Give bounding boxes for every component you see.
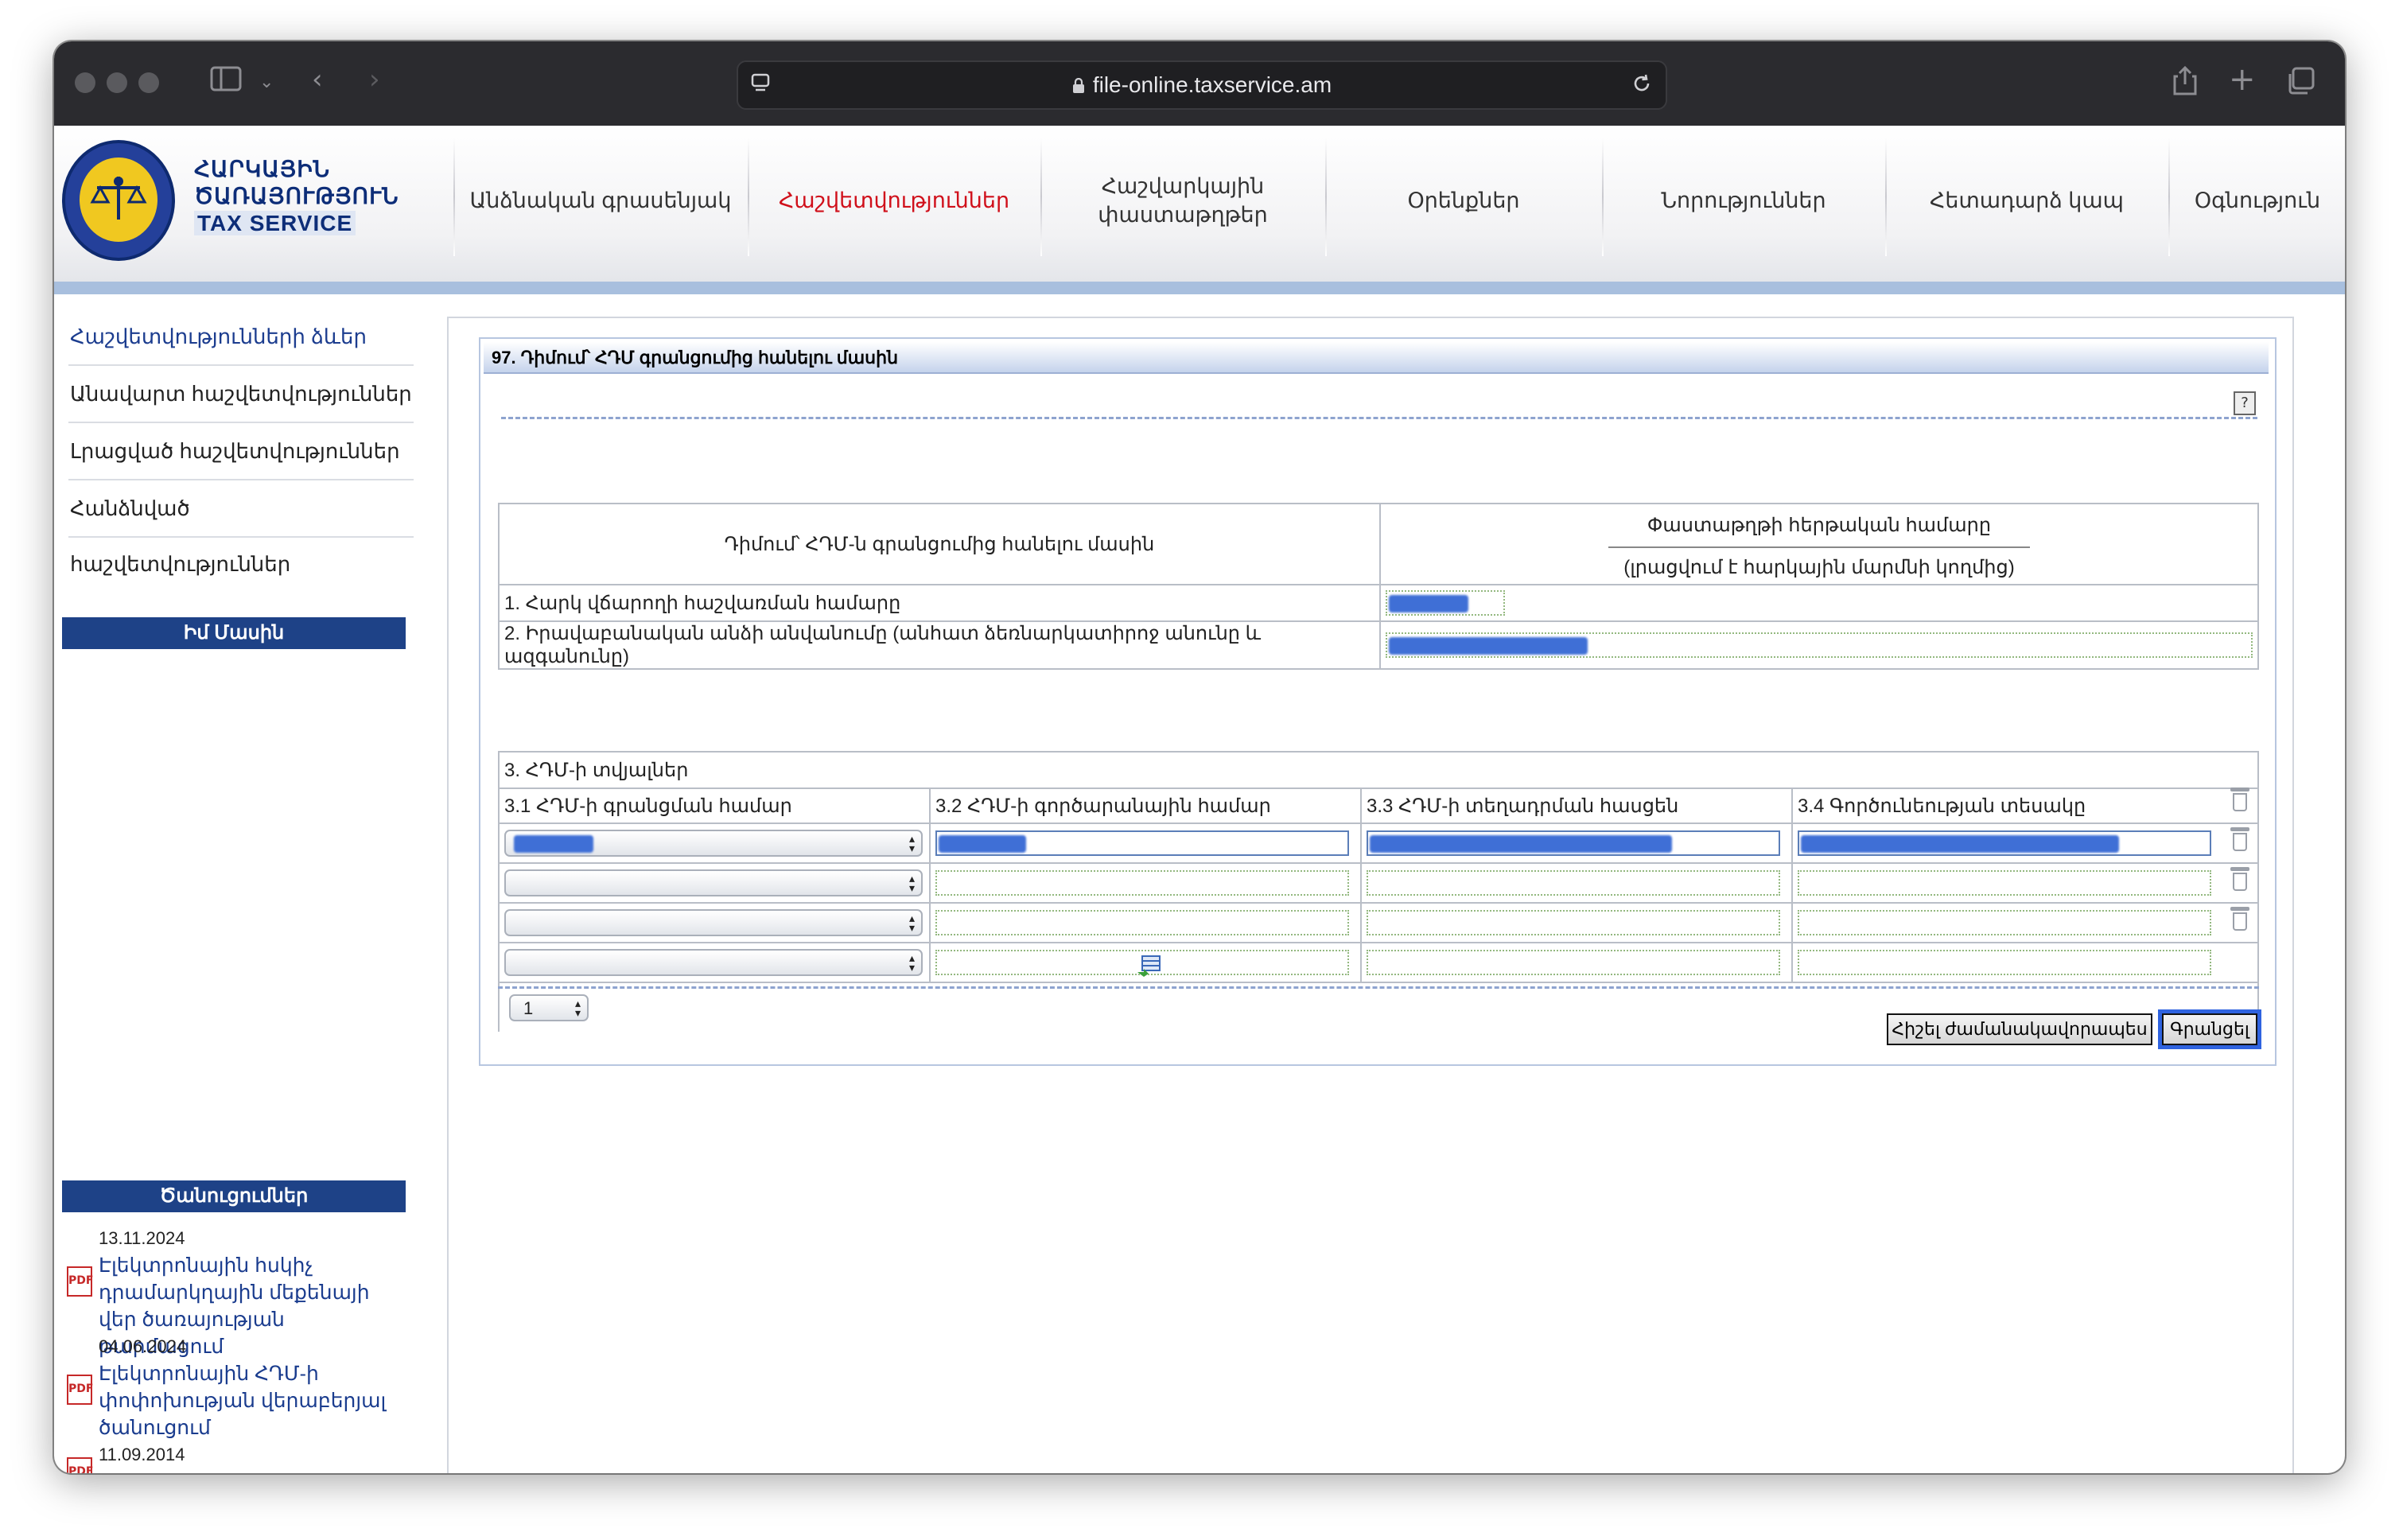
header-left-text: Դիմում՝ ՀԴՄ-ն գրանցումից հանելու մասին (724, 533, 1155, 555)
url-label: file-online.taxservice.am (1092, 72, 1332, 97)
tax-service-emblem-icon[interactable] (62, 140, 175, 261)
nav-personal-office[interactable]: Անձնական գրասենյակ (455, 137, 746, 264)
header-right-cell: Փաստաթղթի հերթական համարը (լրացվում է հա… (1379, 503, 2259, 585)
delete-row-icon[interactable] (2230, 907, 2249, 931)
pdf-icon[interactable]: PDF (67, 1457, 93, 1473)
activity-type-input[interactable] (1798, 870, 2211, 896)
table-row: ▴ ▾ (498, 902, 2259, 943)
tin-value-cell (1379, 584, 2259, 622)
new-tab-icon[interactable]: + (2229, 64, 2256, 95)
nav-feedback[interactable]: Հետադարձ կապ (1887, 137, 2167, 264)
browser-toolbar: ⌄ ‹ › file-online.taxservice.am + (54, 41, 2345, 127)
cash-register-table: 3. ՀԴՄ-ի տվյալներ 3.1 ՀԴՄ-ի գրանցման համ… (498, 751, 2259, 1032)
news-date: 13.11.2024 (99, 1228, 185, 1248)
sidebar-link-unfinished-reports[interactable]: Անավարտ հաշվետվություններ (68, 366, 414, 423)
document-number-note: (լրացվում է հարկային մարմնի կողմից) (1623, 557, 2015, 578)
submit-button[interactable]: Գրանցել (2162, 1013, 2257, 1045)
tin-label-cell: 1. Հարկ վճարողի հաշվառման համարը (498, 584, 1381, 622)
column-header: 3.3 ՀԴՄ-ի տեղադրման հասցեն (1360, 788, 1793, 824)
document-number-label: Փաստաթղթի հերթական համարը (1608, 509, 2030, 548)
installation-address-input[interactable] (1367, 950, 1780, 975)
header-divider (54, 282, 2345, 294)
column-header: 3.4 Գործունեության տեսակը (1791, 788, 2259, 824)
nav-help[interactable]: Օգնություն (2170, 137, 2345, 264)
company-name-value-cell (1379, 620, 2259, 670)
tin-input[interactable] (1386, 590, 1505, 616)
table-row: ▴ ▾ (498, 942, 2259, 983)
company-name-label-cell: 2. Իրավաբանական անձի անվանումը (անհատ ձե… (498, 620, 1381, 670)
share-icon[interactable] (2172, 65, 2199, 97)
company-name-label: 2. Իրավաբանական անձի անվանումը (անհատ ձե… (504, 623, 1262, 667)
company-name-input[interactable] (1386, 632, 2253, 658)
lock-icon (1072, 74, 1085, 93)
factory-number-input[interactable] (935, 830, 1349, 856)
delete-row-icon[interactable] (2230, 788, 2249, 811)
notifications-header: Ծանուցումներ (62, 1180, 406, 1212)
registration-number-select[interactable]: ▴ ▾ (504, 869, 923, 896)
pdf-icon[interactable]: PDF (67, 1375, 93, 1405)
header-table: Դիմում՝ ՀԴՄ-ն գրանցումից հանելու մասին Փ… (498, 503, 2259, 670)
address-bar[interactable]: file-online.taxservice.am (737, 60, 1667, 110)
dashed-divider (498, 986, 2259, 989)
delete-row-icon[interactable] (2230, 827, 2249, 851)
activity-type-input[interactable] (1798, 910, 2211, 935)
factory-number-input[interactable] (935, 910, 1349, 935)
close-window-button[interactable] (75, 72, 95, 93)
news-date: 11.09.2014 (99, 1445, 185, 1464)
logo-line-armenian-2: ԾԱՌԱՅՈՒԹՅՈՒՆ (194, 184, 399, 208)
installation-address-input[interactable] (1367, 910, 1780, 935)
registration-number-select[interactable]: ▴ ▾ (504, 949, 923, 976)
sidebar-link-completed-reports[interactable]: Լրացված հաշվետվություններ (68, 423, 414, 480)
back-arrow-icon[interactable]: ‹ (312, 64, 323, 95)
browser-window: ⌄ ‹ › file-online.taxservice.am + ՀԱՐԿԱՅ… (54, 41, 2345, 1473)
url-text: file-online.taxservice.am (738, 72, 1666, 98)
nav-settlement-documents[interactable]: Հաշվարկային փաստաթղթեր (1042, 137, 1324, 264)
sidebar-toggle-icon[interactable] (210, 65, 242, 92)
factory-number-input[interactable] (935, 870, 1349, 896)
forward-arrow-icon[interactable]: › (369, 64, 380, 95)
table-row: ▴ ▾ (498, 822, 2259, 864)
pdf-icon[interactable]: PDF (67, 1266, 93, 1297)
activity-type-input[interactable] (1798, 830, 2211, 856)
installation-address-input[interactable] (1367, 870, 1780, 896)
section3-title: 3. ՀԴՄ-ի տվյալներ (504, 759, 689, 781)
section3-title-cell: 3. ՀԴՄ-ի տվյալներ (498, 751, 2259, 788)
column-header: 3.1 ՀԴՄ-ի գրանցման համար (498, 788, 931, 824)
row-count-select[interactable]: 1 ▴ ▾ (509, 994, 589, 1021)
sidebar-link-report-forms[interactable]: Հաշվետվությունների ձևեր (68, 309, 414, 366)
nav-news[interactable]: Նորություններ (1604, 137, 1884, 264)
installation-address-input[interactable] (1367, 830, 1780, 856)
help-icon[interactable]: ? (2234, 391, 2256, 415)
logo-line-armenian-1: ՀԱՐԿԱՅԻՆ (194, 157, 330, 181)
registration-number-select[interactable]: ▴ ▾ (504, 830, 923, 857)
nav-laws[interactable]: Օրենքներ (1327, 137, 1600, 264)
news-date: 04.06.2024 (99, 1336, 187, 1356)
news-link[interactable]: Էլեկտրոնային ՀԴՄ-ի փոփոխության վերաբերյա… (99, 1360, 401, 1441)
header-left-cell: Դիմում՝ ՀԴՄ-ն գրանցումից հանելու մասին (498, 503, 1381, 585)
chevron-down-icon[interactable]: ⌄ (259, 67, 274, 99)
column-header: 3.2 ՀԴՄ-ի գործարանային համար (929, 788, 1362, 824)
zoom-window-button[interactable] (138, 72, 159, 93)
minimize-window-button[interactable] (107, 72, 127, 93)
about-me-header[interactable]: Իմ Մասին (62, 617, 406, 649)
tin-label: 1. Հարկ վճարողի հաշվառման համարը (504, 592, 901, 614)
delete-row-icon[interactable] (2230, 867, 2249, 891)
logo-text: ՀԱՐԿԱՅԻՆ ԾԱՌԱՅՈՒԹՅՈՒՆ TAX SERVICE (194, 156, 399, 237)
registration-number-select[interactable]: ▴ ▾ (504, 909, 923, 936)
form-title: 97. Դիմում՝ ՀԴՄ գրանցումից հանելու մասին (484, 342, 2269, 374)
save-draft-button[interactable]: Հիշել ժամանակավորապես (1887, 1013, 2152, 1045)
sidebar-link-submitted-reports[interactable]: Հանձնված հաշվետվություններ (68, 480, 414, 576)
nav-reports[interactable]: Հաշվետվություններ (749, 137, 1039, 264)
reload-icon[interactable] (1631, 72, 1653, 95)
logo-line-english: TAX SERVICE (194, 211, 356, 235)
tab-overview-icon[interactable] (2286, 67, 2315, 95)
table-row: ▴ ▾ (498, 862, 2259, 904)
activity-type-input[interactable] (1798, 950, 2211, 975)
add-rows-icon[interactable] (1136, 953, 1163, 977)
dashed-divider (501, 417, 2257, 419)
